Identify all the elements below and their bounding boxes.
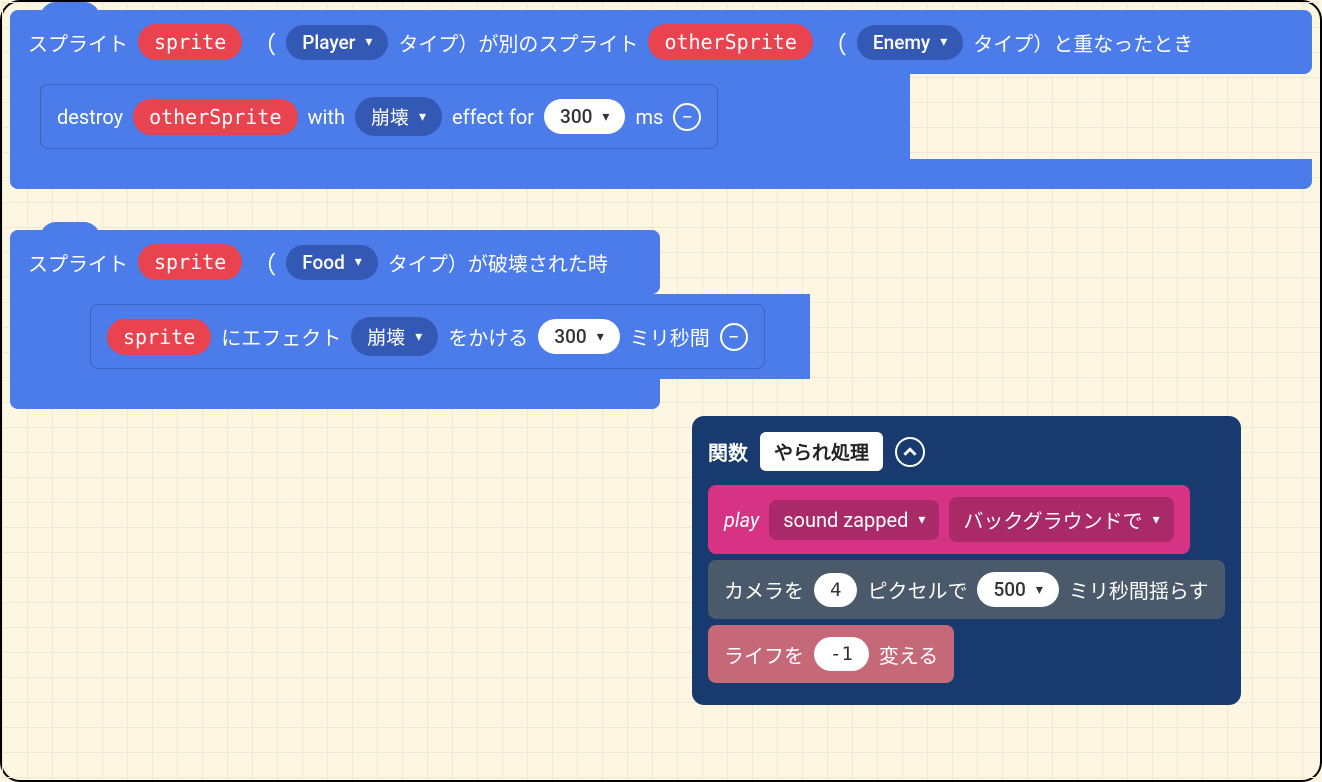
c-body: sprite にエフェクト 崩壊 をかける 300 ミリ秒間 − (10, 294, 810, 379)
function-header: 関数 やられ処理 (708, 432, 1225, 471)
destroyed-hat: スプライト sprite （ Food タイプ）が破壊された時 (10, 230, 660, 294)
duration-dropdown[interactable]: 300 (538, 319, 619, 354)
text: タイプ）と重なったとき (973, 28, 1193, 57)
paren: （ (252, 25, 276, 60)
chevron-up-icon[interactable] (895, 437, 925, 467)
text: タイプ）が別のスプライト (398, 28, 638, 57)
text: タイプ）が破壊された時 (388, 248, 608, 277)
sprite-var[interactable]: sprite (107, 319, 211, 355)
text: をかける (448, 322, 528, 351)
c-footer (10, 379, 660, 409)
kind-food-dropdown[interactable]: Food (286, 245, 378, 280)
paren: （ (823, 25, 847, 60)
text: ms (635, 105, 663, 129)
play-sound-block[interactable]: play sound zapped バックグラウンドで (708, 485, 1190, 554)
text: スプライト (28, 248, 128, 277)
text: スプライト (28, 28, 128, 57)
overlap-hat: スプライト sprite （ Player タイプ）が別のスプライト other… (10, 10, 1312, 74)
function-name[interactable]: やられ処理 (760, 432, 883, 471)
life-delta-input[interactable]: -1 (814, 637, 869, 671)
text: destroy (57, 105, 123, 129)
destroy-var[interactable]: otherSprite (133, 99, 297, 135)
paren: （ (252, 245, 276, 280)
destroyed-event-block[interactable]: スプライト sprite （ Food タイプ）が破壊された時 sprite に… (10, 230, 810, 409)
pixels-input[interactable]: 4 (814, 573, 857, 607)
text: with (308, 105, 345, 129)
text: カメラを (724, 575, 804, 604)
text: ミリ秒間揺らす (1069, 575, 1209, 604)
minus-icon[interactable]: − (673, 103, 701, 131)
othersprite-var[interactable]: otherSprite (648, 24, 812, 60)
text: ピクセルで (867, 575, 967, 604)
function-label: 関数 (708, 437, 748, 466)
text: ライフを (724, 640, 804, 669)
sound-dropdown[interactable]: sound zapped (769, 500, 939, 540)
kind-player-dropdown[interactable]: Player (286, 25, 388, 60)
destroy-block[interactable]: destroy otherSprite with 崩壊 effect for 3… (40, 84, 718, 149)
c-body: destroy otherSprite with 崩壊 effect for 3… (10, 74, 910, 159)
effect-dropdown[interactable]: 崩壊 (351, 317, 438, 356)
duration-dropdown[interactable]: 300 (544, 99, 625, 134)
text: effect for (452, 105, 534, 129)
effect-dropdown[interactable]: 崩壊 (355, 97, 442, 136)
text: にエフェクト (221, 322, 341, 351)
change-life-block[interactable]: ライフを -1 変える (708, 625, 954, 683)
shake-ms-dropdown[interactable]: 500 (977, 572, 1058, 607)
sprite-var[interactable]: sprite (138, 24, 242, 60)
kind-enemy-dropdown[interactable]: Enemy (857, 25, 963, 60)
minus-icon[interactable]: − (720, 323, 748, 351)
text: 変える (879, 640, 938, 669)
text: play (724, 508, 759, 532)
camera-shake-block[interactable]: カメラを 4 ピクセルで 500 ミリ秒間揺らす (708, 560, 1225, 619)
overlap-event-block[interactable]: スプライト sprite （ Player タイプ）が別のスプライト other… (10, 10, 1312, 189)
sprite-var[interactable]: sprite (138, 244, 242, 280)
c-footer (10, 159, 1312, 189)
play-mode-dropdown[interactable]: バックグラウンドで (949, 497, 1173, 542)
effect-block[interactable]: sprite にエフェクト 崩壊 をかける 300 ミリ秒間 − (90, 304, 765, 369)
text: ミリ秒間 (630, 322, 710, 351)
function-block[interactable]: 関数 やられ処理 play sound zapped バックグラウンドで カメラ… (692, 416, 1241, 705)
